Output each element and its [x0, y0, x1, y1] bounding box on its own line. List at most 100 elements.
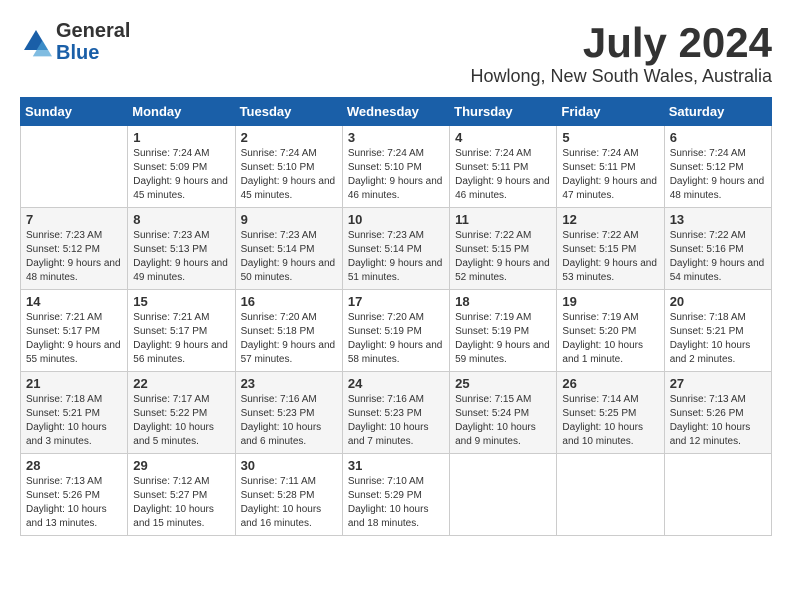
day-info: Sunrise: 7:13 AM Sunset: 5:26 PM Dayligh… [26, 475, 122, 531]
calendar-cell: 22Sunrise: 7:17 AM Sunset: 5:22 PM Dayli… [128, 372, 235, 454]
day-number: 7 [26, 212, 122, 227]
calendar-cell: 26Sunrise: 7:14 AM Sunset: 5:25 PM Dayli… [557, 372, 664, 454]
calendar-subtitle: Howlong, New South Wales, Australia [471, 66, 772, 87]
calendar-table: SundayMondayTuesdayWednesdayThursdayFrid… [20, 97, 772, 536]
day-number: 1 [133, 130, 229, 145]
calendar-cell: 21 Sunrise: 7:18 AM Sunset: 5:21 PM Dayli… [21, 372, 128, 454]
day-number: 2 [241, 130, 337, 145]
day-info: Sunrise: 7:11 AM Sunset: 5:28 PM Dayligh… [241, 475, 337, 531]
day-info: Sunrise: 7:24 AM Sunset: 5:12 PM Dayligh… [670, 147, 766, 203]
day-number: 15 [133, 294, 229, 309]
calendar-week-row: 28 Sunrise: 7:13 AM Sunset: 5:26 PM Dayli… [21, 454, 772, 536]
day-info: Sunrise: 7:12 AM Sunset: 5:27 PM Dayligh… [133, 475, 229, 531]
calendar-cell [557, 454, 664, 536]
calendar-cell: 23Sunrise: 7:16 AM Sunset: 5:23 PM Dayli… [235, 372, 342, 454]
calendar-cell: 12 Sunrise: 7:22 AM Sunset: 5:15 PM Dayli… [557, 208, 664, 290]
weekday-header-thursday: Thursday [450, 98, 557, 126]
logo: General Blue [20, 20, 130, 64]
day-info: Sunrise: 7:23 AM Sunset: 5:12 PM Dayligh… [26, 229, 122, 285]
day-info: Sunrise: 7:23 AM Sunset: 5:14 PM Dayligh… [348, 229, 444, 285]
day-info: Sunrise: 7:18 AM Sunset: 5:21 PM Dayligh… [26, 393, 122, 449]
calendar-week-row: 7 Sunrise: 7:23 AM Sunset: 5:12 PM Daylig… [21, 208, 772, 290]
day-number: 16 [241, 294, 337, 309]
calendar-cell: 9Sunrise: 7:23 AM Sunset: 5:14 PM Daylig… [235, 208, 342, 290]
calendar-cell: 20Sunrise: 7:18 AM Sunset: 5:21 PM Dayli… [664, 290, 771, 372]
logo-icon [20, 26, 52, 58]
day-info: Sunrise: 7:24 AM Sunset: 5:11 PM Dayligh… [562, 147, 658, 203]
day-info: Sunrise: 7:23 AM Sunset: 5:13 PM Dayligh… [133, 229, 229, 285]
day-number: 6 [670, 130, 766, 145]
day-info: Sunrise: 7:20 AM Sunset: 5:19 PM Dayligh… [348, 311, 444, 367]
calendar-cell: 1 Sunrise: 7:24 AM Sunset: 5:09 PM Daylig… [128, 126, 235, 208]
calendar-week-row: 21 Sunrise: 7:18 AM Sunset: 5:21 PM Dayli… [21, 372, 772, 454]
calendar-cell [664, 454, 771, 536]
calendar-cell: 29 Sunrise: 7:12 AM Sunset: 5:27 PM Dayli… [128, 454, 235, 536]
calendar-cell: 17 Sunrise: 7:20 AM Sunset: 5:19 PM Dayli… [342, 290, 449, 372]
day-number: 10 [348, 212, 444, 227]
day-number: 29 [133, 458, 229, 473]
calendar-cell: 25 Sunrise: 7:15 AM Sunset: 5:24 PM Dayli… [450, 372, 557, 454]
day-number: 14 [26, 294, 122, 309]
calendar-cell: 28 Sunrise: 7:13 AM Sunset: 5:26 PM Dayli… [21, 454, 128, 536]
weekday-header-saturday: Saturday [664, 98, 771, 126]
page-header: General Blue July 2024 Howlong, New Sout… [20, 20, 772, 87]
calendar-cell: 15Sunrise: 7:21 AM Sunset: 5:17 PM Dayli… [128, 290, 235, 372]
day-info: Sunrise: 7:20 AM Sunset: 5:18 PM Dayligh… [241, 311, 337, 367]
day-number: 8 [133, 212, 229, 227]
calendar-body: 1 Sunrise: 7:24 AM Sunset: 5:09 PM Daylig… [21, 126, 772, 536]
day-info: Sunrise: 7:17 AM Sunset: 5:22 PM Dayligh… [133, 393, 229, 449]
day-number: 3 [348, 130, 444, 145]
day-info: Sunrise: 7:21 AM Sunset: 5:17 PM Dayligh… [26, 311, 122, 367]
logo-general-text: General [56, 20, 130, 42]
calendar-cell: 24Sunrise: 7:16 AM Sunset: 5:23 PM Dayli… [342, 372, 449, 454]
weekday-header-tuesday: Tuesday [235, 98, 342, 126]
calendar-cell [450, 454, 557, 536]
day-info: Sunrise: 7:13 AM Sunset: 5:26 PM Dayligh… [670, 393, 766, 449]
calendar-cell: 19Sunrise: 7:19 AM Sunset: 5:20 PM Dayli… [557, 290, 664, 372]
calendar-cell: 10 Sunrise: 7:23 AM Sunset: 5:14 PM Dayli… [342, 208, 449, 290]
weekday-header-row: SundayMondayTuesdayWednesdayThursdayFrid… [21, 98, 772, 126]
calendar-cell: 4 Sunrise: 7:24 AM Sunset: 5:11 PM Daylig… [450, 126, 557, 208]
day-number: 25 [455, 376, 551, 391]
day-info: Sunrise: 7:24 AM Sunset: 5:10 PM Dayligh… [348, 147, 444, 203]
day-info: Sunrise: 7:22 AM Sunset: 5:15 PM Dayligh… [455, 229, 551, 285]
calendar-week-row: 1 Sunrise: 7:24 AM Sunset: 5:09 PM Daylig… [21, 126, 772, 208]
weekday-header-wednesday: Wednesday [342, 98, 449, 126]
calendar-title: July 2024 [471, 20, 772, 66]
day-info: Sunrise: 7:10 AM Sunset: 5:29 PM Dayligh… [348, 475, 444, 531]
calendar-cell: 6 Sunrise: 7:24 AM Sunset: 5:12 PM Daylig… [664, 126, 771, 208]
day-info: Sunrise: 7:23 AM Sunset: 5:14 PM Dayligh… [241, 229, 337, 285]
calendar-cell: 30Sunrise: 7:11 AM Sunset: 5:28 PM Dayli… [235, 454, 342, 536]
day-info: Sunrise: 7:19 AM Sunset: 5:19 PM Dayligh… [455, 311, 551, 367]
day-info: Sunrise: 7:24 AM Sunset: 5:11 PM Dayligh… [455, 147, 551, 203]
day-number: 27 [670, 376, 766, 391]
calendar-cell: 27 Sunrise: 7:13 AM Sunset: 5:26 PM Dayli… [664, 372, 771, 454]
calendar-cell [21, 126, 128, 208]
calendar-cell: 5 Sunrise: 7:24 AM Sunset: 5:11 PM Daylig… [557, 126, 664, 208]
day-number: 12 [562, 212, 658, 227]
day-number: 4 [455, 130, 551, 145]
day-number: 18 [455, 294, 551, 309]
weekday-header-sunday: Sunday [21, 98, 128, 126]
day-number: 26 [562, 376, 658, 391]
day-number: 28 [26, 458, 122, 473]
day-number: 5 [562, 130, 658, 145]
calendar-cell: 3 Sunrise: 7:24 AM Sunset: 5:10 PM Daylig… [342, 126, 449, 208]
day-number: 17 [348, 294, 444, 309]
day-info: Sunrise: 7:15 AM Sunset: 5:24 PM Dayligh… [455, 393, 551, 449]
day-number: 19 [562, 294, 658, 309]
calendar-cell: 13Sunrise: 7:22 AM Sunset: 5:16 PM Dayli… [664, 208, 771, 290]
day-number: 11 [455, 212, 551, 227]
day-number: 23 [241, 376, 337, 391]
calendar-cell: 8 Sunrise: 7:23 AM Sunset: 5:13 PM Daylig… [128, 208, 235, 290]
logo-blue-text: Blue [56, 42, 99, 64]
day-info: Sunrise: 7:22 AM Sunset: 5:16 PM Dayligh… [670, 229, 766, 285]
day-info: Sunrise: 7:24 AM Sunset: 5:09 PM Dayligh… [133, 147, 229, 203]
day-info: Sunrise: 7:24 AM Sunset: 5:10 PM Dayligh… [241, 147, 337, 203]
calendar-cell: 18 Sunrise: 7:19 AM Sunset: 5:19 PM Dayli… [450, 290, 557, 372]
calendar-cell: 2 Sunrise: 7:24 AM Sunset: 5:10 PM Daylig… [235, 126, 342, 208]
calendar-cell: 14 Sunrise: 7:21 AM Sunset: 5:17 PM Dayli… [21, 290, 128, 372]
day-number: 31 [348, 458, 444, 473]
day-number: 21 [26, 376, 122, 391]
day-info: Sunrise: 7:22 AM Sunset: 5:15 PM Dayligh… [562, 229, 658, 285]
